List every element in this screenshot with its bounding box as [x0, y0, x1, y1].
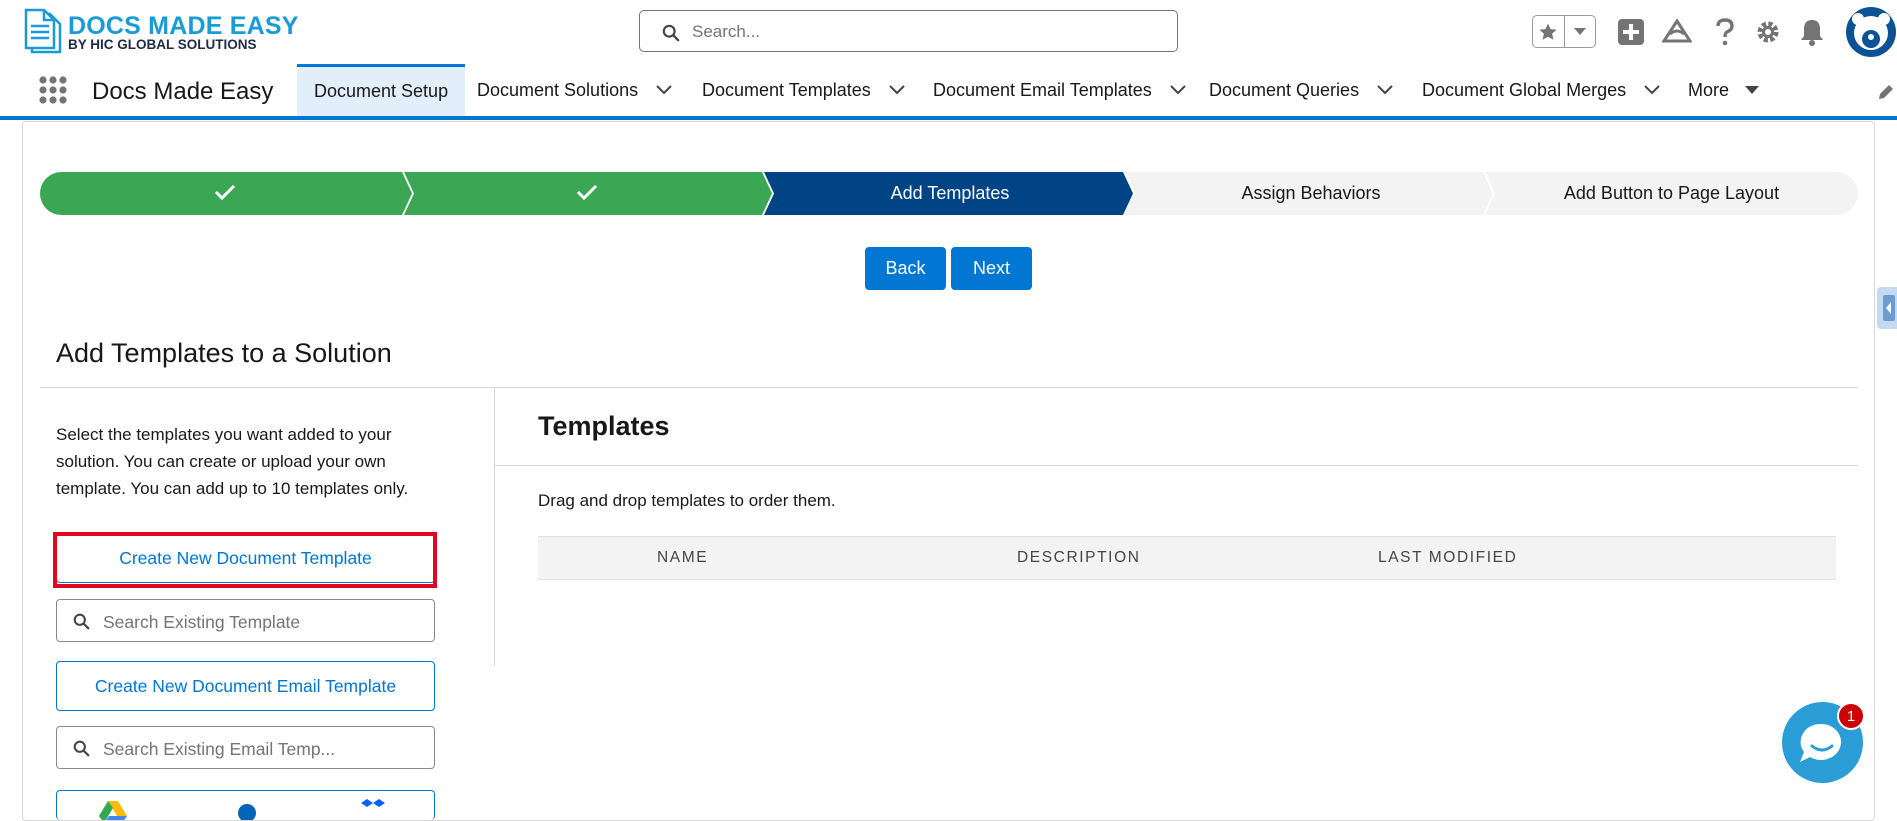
- caret-down-icon: [1745, 85, 1760, 94]
- path-step-label-current: Add Templates: [890, 183, 1010, 203]
- logo-title: DOCS MADE EASY: [68, 12, 299, 40]
- tab-document-templates[interactable]: Document Templates: [702, 64, 905, 116]
- next-button[interactable]: Next: [951, 247, 1032, 290]
- templates-heading: Templates: [538, 411, 670, 441]
- chevron-down-icon[interactable]: [1377, 85, 1393, 95]
- tab-label: Document Email Templates: [933, 79, 1152, 100]
- global-header: DOCS MADE EASY BY HIC GLOBAL SOLUTIONS: [0, 0, 1897, 64]
- tab-more[interactable]: More: [1688, 64, 1760, 116]
- search-icon: [73, 613, 90, 630]
- templates-table-header: NAME DESCRIPTION LAST MODIFIED: [538, 536, 1836, 580]
- divider-vertical: [494, 388, 495, 666]
- tab-document-global-merges[interactable]: Document Global Merges: [1422, 64, 1660, 116]
- user-avatar[interactable]: [1846, 7, 1896, 57]
- global-search[interactable]: [639, 10, 1178, 52]
- chevron-down-icon[interactable]: [656, 85, 672, 95]
- path-step-label: Add Button to Page Layout: [1563, 183, 1780, 203]
- path-step-1[interactable]: [40, 172, 412, 215]
- tab-label: Document Templates: [702, 79, 871, 100]
- highlight-box: [53, 532, 437, 588]
- tab-label: Document Global Merges: [1422, 79, 1627, 100]
- create-new-document-email-template-button[interactable]: Create New Document Email Template: [56, 661, 435, 711]
- search-existing-template-input[interactable]: [101, 608, 425, 636]
- cloud-storage-buttons[interactable]: [56, 790, 435, 820]
- divider: [495, 465, 1858, 466]
- utility-panel-toggle[interactable]: [1877, 287, 1897, 329]
- star-icon[interactable]: [1533, 16, 1565, 47]
- edit-nav-pencil-icon[interactable]: [1876, 82, 1896, 102]
- global-actions-icon[interactable]: [1615, 15, 1647, 49]
- favorites-dropdown-icon[interactable]: [1565, 16, 1596, 47]
- column-header-description[interactable]: DESCRIPTION: [1017, 549, 1141, 567]
- path-step-label: Assign Behaviors: [1241, 183, 1381, 203]
- column-header-name[interactable]: NAME: [657, 549, 708, 567]
- tab-document-solutions[interactable]: Document Solutions: [477, 64, 672, 116]
- app-name: Docs Made Easy: [92, 78, 274, 105]
- chevron-down-icon[interactable]: [889, 85, 905, 95]
- search-existing-template-field[interactable]: [56, 599, 435, 642]
- search-existing-email-template-field[interactable]: [56, 726, 435, 769]
- chat-notification-badge: 1: [1837, 702, 1865, 730]
- section-title: Add Templates to a Solution: [56, 338, 392, 368]
- onedrive-icon[interactable]: [237, 803, 257, 820]
- docs-logo-icon: [24, 8, 62, 54]
- trailhead-icon[interactable]: [1661, 15, 1693, 49]
- tab-document-setup[interactable]: Document Setup: [297, 64, 466, 116]
- notifications-bell-icon[interactable]: [1796, 15, 1828, 49]
- section-description: Select the templates you want added to y…: [56, 425, 409, 498]
- favorites-control[interactable]: [1532, 15, 1596, 48]
- search-icon: [662, 24, 680, 42]
- logo-subtitle: BY HIC GLOBAL SOLUTIONS: [68, 37, 257, 52]
- tab-label: Document Solutions: [477, 79, 639, 100]
- search-existing-email-template-input[interactable]: [101, 735, 425, 763]
- back-button[interactable]: Back: [865, 247, 946, 290]
- divider: [40, 387, 1858, 388]
- collapse-left-icon: [1883, 295, 1895, 321]
- column-header-last-modified[interactable]: LAST MODIFIED: [1378, 549, 1517, 567]
- dropbox-icon[interactable]: [361, 799, 385, 819]
- tab-label: Document Queries: [1209, 79, 1360, 100]
- chevron-down-icon[interactable]: [1644, 85, 1660, 95]
- tab-document-email-templates[interactable]: Document Email Templates: [933, 64, 1186, 116]
- setup-gear-icon[interactable]: [1752, 15, 1784, 49]
- tab-label: More: [1688, 79, 1730, 100]
- templates-hint: Drag and drop templates to order them.: [538, 491, 836, 510]
- help-icon[interactable]: [1709, 15, 1741, 49]
- search-icon: [73, 740, 90, 757]
- chevron-down-icon[interactable]: [1170, 85, 1186, 95]
- global-search-input[interactable]: [690, 17, 1164, 47]
- app-launcher-icon[interactable]: [38, 75, 68, 105]
- path-step-2[interactable]: [404, 172, 772, 215]
- tab-label: Document Setup: [314, 81, 449, 101]
- tab-document-queries[interactable]: Document Queries: [1209, 64, 1393, 116]
